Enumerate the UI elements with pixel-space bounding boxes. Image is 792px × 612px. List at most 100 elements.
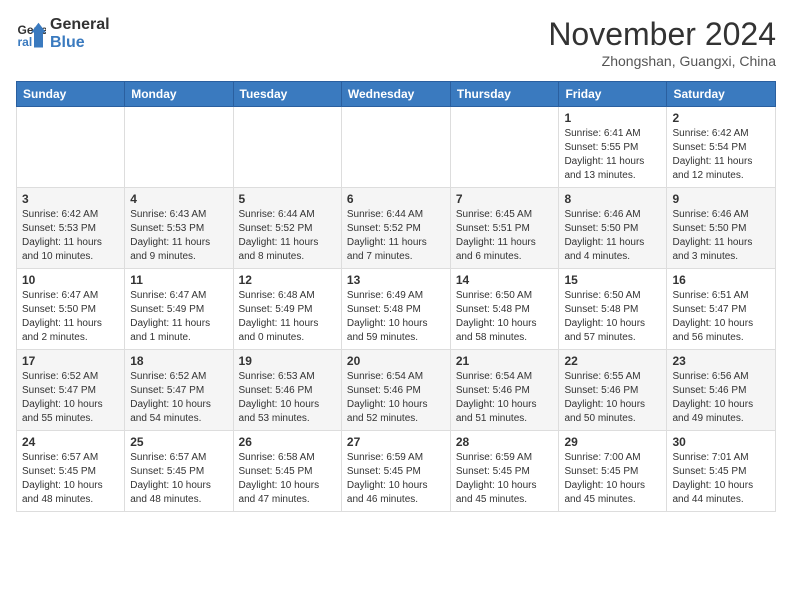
logo-line2: Blue: [50, 34, 110, 52]
day-info: Sunrise: 6:52 AM Sunset: 5:47 PM Dayligh…: [22, 370, 119, 426]
day-number: 1: [564, 111, 661, 125]
day-number: 30: [672, 435, 770, 449]
day-number: 5: [239, 192, 336, 206]
calendar-week-row: 17 Sunrise: 6:52 AM Sunset: 5:47 PM Dayli…: [17, 350, 776, 431]
calendar-cell: 6 Sunrise: 6:44 AM Sunset: 5:52 PM Daylig…: [341, 188, 450, 269]
calendar-cell: 4 Sunrise: 6:43 AM Sunset: 5:53 PM Daylig…: [125, 188, 233, 269]
weekday-header: Tuesday: [233, 82, 341, 107]
calendar-cell: 14 Sunrise: 6:50 AM Sunset: 5:48 PM Dayli…: [450, 269, 559, 350]
day-info: Sunrise: 6:50 AM Sunset: 5:48 PM Dayligh…: [456, 289, 554, 345]
svg-text:ral: ral: [18, 35, 33, 49]
calendar-header-row: SundayMondayTuesdayWednesdayThursdayFrid…: [17, 82, 776, 107]
day-number: 8: [564, 192, 661, 206]
day-number: 17: [22, 354, 119, 368]
day-info: Sunrise: 6:54 AM Sunset: 5:46 PM Dayligh…: [347, 370, 445, 426]
day-info: Sunrise: 6:47 AM Sunset: 5:49 PM Dayligh…: [130, 289, 227, 345]
day-number: 3: [22, 192, 119, 206]
day-number: 4: [130, 192, 227, 206]
day-info: Sunrise: 6:59 AM Sunset: 5:45 PM Dayligh…: [456, 451, 554, 507]
calendar-cell: 30 Sunrise: 7:01 AM Sunset: 5:45 PM Dayli…: [667, 431, 776, 512]
day-info: Sunrise: 6:42 AM Sunset: 5:53 PM Dayligh…: [22, 208, 119, 264]
day-info: Sunrise: 7:01 AM Sunset: 5:45 PM Dayligh…: [672, 451, 770, 507]
day-info: Sunrise: 6:42 AM Sunset: 5:54 PM Dayligh…: [672, 127, 770, 183]
calendar-table: SundayMondayTuesdayWednesdayThursdayFrid…: [16, 81, 776, 512]
day-number: 20: [347, 354, 445, 368]
day-info: Sunrise: 6:47 AM Sunset: 5:50 PM Dayligh…: [22, 289, 119, 345]
month-title: November 2024: [548, 16, 776, 53]
day-info: Sunrise: 7:00 AM Sunset: 5:45 PM Dayligh…: [564, 451, 661, 507]
day-number: 28: [456, 435, 554, 449]
day-number: 25: [130, 435, 227, 449]
calendar-cell: 20 Sunrise: 6:54 AM Sunset: 5:46 PM Dayli…: [341, 350, 450, 431]
day-info: Sunrise: 6:57 AM Sunset: 5:45 PM Dayligh…: [22, 451, 119, 507]
day-info: Sunrise: 6:51 AM Sunset: 5:47 PM Dayligh…: [672, 289, 770, 345]
day-number: 27: [347, 435, 445, 449]
calendar-cell: 23 Sunrise: 6:56 AM Sunset: 5:46 PM Dayli…: [667, 350, 776, 431]
calendar-cell: 10 Sunrise: 6:47 AM Sunset: 5:50 PM Dayli…: [17, 269, 125, 350]
day-number: 23: [672, 354, 770, 368]
calendar-cell: 22 Sunrise: 6:55 AM Sunset: 5:46 PM Dayli…: [559, 350, 667, 431]
day-number: 11: [130, 273, 227, 287]
calendar-cell: 16 Sunrise: 6:51 AM Sunset: 5:47 PM Dayli…: [667, 269, 776, 350]
calendar-cell: 25 Sunrise: 6:57 AM Sunset: 5:45 PM Dayli…: [125, 431, 233, 512]
calendar-cell: 17 Sunrise: 6:52 AM Sunset: 5:47 PM Dayli…: [17, 350, 125, 431]
calendar-cell: 12 Sunrise: 6:48 AM Sunset: 5:49 PM Dayli…: [233, 269, 341, 350]
day-number: 10: [22, 273, 119, 287]
day-number: 14: [456, 273, 554, 287]
weekday-header: Friday: [559, 82, 667, 107]
weekday-header: Monday: [125, 82, 233, 107]
calendar-week-row: 10 Sunrise: 6:47 AM Sunset: 5:50 PM Dayli…: [17, 269, 776, 350]
weekday-header: Saturday: [667, 82, 776, 107]
calendar-cell: 1 Sunrise: 6:41 AM Sunset: 5:55 PM Daylig…: [559, 107, 667, 188]
calendar-cell: 9Sunrise: 6:46 AM Sunset: 5:50 PM Daylig…: [667, 188, 776, 269]
day-info: Sunrise: 6:48 AM Sunset: 5:49 PM Dayligh…: [239, 289, 336, 345]
day-info: Sunrise: 6:55 AM Sunset: 5:46 PM Dayligh…: [564, 370, 661, 426]
title-block: November 2024 Zhongshan, Guangxi, China: [548, 16, 776, 69]
day-number: 13: [347, 273, 445, 287]
day-number: 6: [347, 192, 445, 206]
day-info: Sunrise: 6:57 AM Sunset: 5:45 PM Dayligh…: [130, 451, 227, 507]
calendar-cell: [17, 107, 125, 188]
day-number: 26: [239, 435, 336, 449]
day-info: Sunrise: 6:56 AM Sunset: 5:46 PM Dayligh…: [672, 370, 770, 426]
day-info: Sunrise: 6:45 AM Sunset: 5:51 PM Dayligh…: [456, 208, 554, 264]
calendar-week-row: 3 Sunrise: 6:42 AM Sunset: 5:53 PM Daylig…: [17, 188, 776, 269]
day-info: Sunrise: 6:52 AM Sunset: 5:47 PM Dayligh…: [130, 370, 227, 426]
day-number: 7: [456, 192, 554, 206]
calendar-cell: [450, 107, 559, 188]
day-number: 19: [239, 354, 336, 368]
calendar-cell: 5Sunrise: 6:44 AM Sunset: 5:52 PM Daylig…: [233, 188, 341, 269]
day-number: 9: [672, 192, 770, 206]
day-number: 21: [456, 354, 554, 368]
day-number: 22: [564, 354, 661, 368]
day-info: Sunrise: 6:41 AM Sunset: 5:55 PM Dayligh…: [564, 127, 661, 183]
calendar-cell: 19Sunrise: 6:53 AM Sunset: 5:46 PM Dayli…: [233, 350, 341, 431]
day-number: 24: [22, 435, 119, 449]
weekday-header: Thursday: [450, 82, 559, 107]
day-number: 2: [672, 111, 770, 125]
calendar-cell: [233, 107, 341, 188]
calendar-cell: 13 Sunrise: 6:49 AM Sunset: 5:48 PM Dayli…: [341, 269, 450, 350]
weekday-header: Sunday: [17, 82, 125, 107]
calendar-cell: 27Sunrise: 6:59 AM Sunset: 5:45 PM Dayli…: [341, 431, 450, 512]
day-info: Sunrise: 6:49 AM Sunset: 5:48 PM Dayligh…: [347, 289, 445, 345]
weekday-header: Wednesday: [341, 82, 450, 107]
calendar-cell: 2 Sunrise: 6:42 AM Sunset: 5:54 PM Daylig…: [667, 107, 776, 188]
day-number: 18: [130, 354, 227, 368]
calendar-cell: 15 Sunrise: 6:50 AM Sunset: 5:48 PM Dayli…: [559, 269, 667, 350]
day-info: Sunrise: 6:43 AM Sunset: 5:53 PM Dayligh…: [130, 208, 227, 264]
logo: Gene ral General Blue: [16, 16, 110, 52]
day-info: Sunrise: 6:44 AM Sunset: 5:52 PM Dayligh…: [347, 208, 445, 264]
day-number: 15: [564, 273, 661, 287]
calendar-cell: 8 Sunrise: 6:46 AM Sunset: 5:50 PM Daylig…: [559, 188, 667, 269]
calendar-week-row: 24 Sunrise: 6:57 AM Sunset: 5:45 PM Dayli…: [17, 431, 776, 512]
day-info: Sunrise: 6:50 AM Sunset: 5:48 PM Dayligh…: [564, 289, 661, 345]
calendar-cell: 18 Sunrise: 6:52 AM Sunset: 5:47 PM Dayli…: [125, 350, 233, 431]
calendar-cell: 21Sunrise: 6:54 AM Sunset: 5:46 PM Dayli…: [450, 350, 559, 431]
day-number: 16: [672, 273, 770, 287]
day-info: Sunrise: 6:46 AM Sunset: 5:50 PM Dayligh…: [564, 208, 661, 264]
day-info: Sunrise: 6:58 AM Sunset: 5:45 PM Dayligh…: [239, 451, 336, 507]
calendar-cell: 3 Sunrise: 6:42 AM Sunset: 5:53 PM Daylig…: [17, 188, 125, 269]
calendar-week-row: 1 Sunrise: 6:41 AM Sunset: 5:55 PM Daylig…: [17, 107, 776, 188]
day-number: 12: [239, 273, 336, 287]
